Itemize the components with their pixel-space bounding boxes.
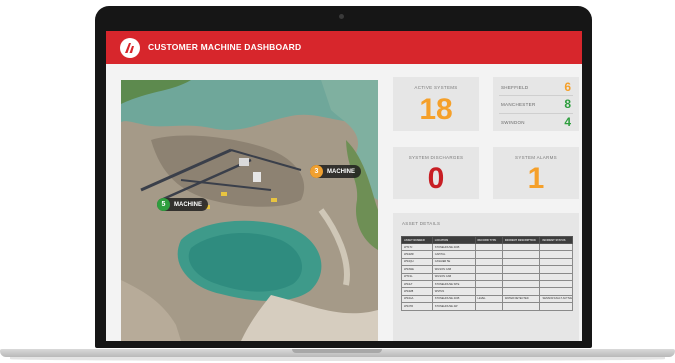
table-cell [501,302,541,311]
table-cell [539,242,573,252]
table-cell [501,265,541,274]
table-cell [501,250,541,259]
laptop-shadow [10,357,665,361]
divider [499,113,573,114]
table-cell [474,250,503,259]
asset-details-panel: ASSET DETAILS ASSET NUMBER LOCATION RECORD… [393,213,579,341]
table-row[interactable]: WT1SL WILSON CAB [401,272,573,281]
table-cell: WS4GA [401,294,433,304]
machine-marker-5[interactable]: 5 MACHINE [157,198,208,211]
table-row[interactable]: WS4GA STONEHOUSE 4345 LEVEL WATER DETECTED S… [401,294,573,304]
table-cell [539,302,573,311]
table-cell [474,242,503,252]
camera-icon [339,14,344,19]
table-cell: WT1TJ [401,242,433,252]
app-header: CUSTOMER MACHINE DASHBOARD [106,31,582,64]
table-cell: WILSON CAB [431,272,476,281]
dashboard-screen: CUSTOMER MACHINE DASHBOARD 5 MACHINE 3 M… [106,31,582,341]
site-map[interactable]: 5 MACHINE 3 MACHINE [121,80,378,341]
active-systems-card[interactable]: ACTIVE SYSTEMS 18 [393,77,479,131]
table-cell: SENSOR FAULT ACTIVE [539,294,573,304]
site-count: 6 [564,80,571,94]
table-cell [474,257,503,267]
active-systems-value: 18 [419,93,453,126]
table-cell: WS4LT [401,279,433,289]
card-title: SYSTEM ALARMS [515,155,557,160]
page-title: CUSTOMER MACHINE DASHBOARD [148,42,302,52]
site-count: 4 [564,115,571,129]
table-cell: CASHIER 5E [431,257,476,267]
card-title: ACTIVE SYSTEMS [414,85,458,90]
table-cell [474,302,503,311]
table-cell [474,265,503,274]
table-cell: WT1SL [401,272,433,281]
table-cell: WS4TR [401,302,433,311]
table-cell [539,257,573,267]
table-cell: WS4WE [401,265,433,274]
table-row[interactable]: WS4LT STONEHOUSE SITE [401,279,573,289]
table-column-header[interactable]: INCIDENT DESCRIPTION [501,236,541,244]
marker-label: MACHINE [327,168,355,175]
table-cell: STONEHOUSE 4345 [431,242,476,252]
table-cell [501,257,541,267]
table-cell [501,242,541,252]
table-cell: CAPITAL [431,250,476,259]
table-cell [539,279,573,289]
table-cell [539,287,573,296]
table-cell [474,272,503,281]
card-title: SYSTEM DISCHARGES [408,155,464,160]
asset-table: ASSET NUMBER LOCATION RECORD TYPE INCIDENT … [401,236,573,311]
table-cell [539,250,573,259]
table-row[interactable]: WS4WE WILSON CAB [401,265,573,274]
table-column-header[interactable]: ASSET NUMBER [401,236,433,244]
table-column-header[interactable]: INCIDENT STATUS [539,236,573,244]
table-cell: WS4M8 [401,287,433,296]
site-row-swindon[interactable]: SWINDON 4 [501,115,571,129]
table-cell: STONEHOUSE SITE [431,279,476,289]
system-alarms-value: 1 [527,162,545,195]
system-discharges-value: 0 [427,162,445,195]
site-name: SWINDON [501,119,525,125]
panel-title: ASSET DETAILS [402,221,441,226]
divider [499,95,573,96]
table-cell [474,279,503,289]
machine-marker-3[interactable]: 3 MACHINE [310,165,361,178]
site-row-sheffield[interactable]: SHEFFIELD 6 [501,80,571,94]
table-cell: STONEHOUSE 4W [431,302,476,311]
site-name: SHEFFIELD [501,84,529,90]
sites-card: SHEFFIELD 6 MANCHESTER 8 SWINDON 4 [493,77,579,131]
table-row[interactable]: WS4TR STONEHOUSE 4W [401,302,573,311]
table-column-header[interactable]: LOCATION [431,236,476,244]
table-cell: WILSON CAB [431,265,476,274]
table-cell: WS4MR [401,250,433,259]
laptop-notch [292,349,382,353]
table-row[interactable]: WS4QH CASHIER 5E [401,257,573,267]
table-cell: WATER DETECTED [501,294,541,304]
table-cell: LEVEL [474,294,503,304]
table-row[interactable]: WS4M8 WSTM1 [401,287,573,296]
table-cell [501,272,541,281]
site-name: MANCHESTER [501,101,536,107]
table-column-header[interactable]: RECORD TYPE [474,236,503,244]
company-logo-icon[interactable] [120,38,140,58]
marker-number: 3 [310,165,323,178]
table-cell: WS4QH [401,257,433,267]
table-cell [539,272,573,281]
marker-label: MACHINE [174,201,202,208]
system-alarms-card[interactable]: SYSTEM ALARMS 1 [493,147,579,199]
table-cell [501,287,541,296]
table-cell [539,265,573,274]
table-row[interactable]: WT1TJ STONEHOUSE 4345 [401,242,573,252]
marker-number: 5 [157,198,170,211]
table-row[interactable]: WS4MR CAPITAL [401,250,573,259]
table-cell: STONEHOUSE 4345 [431,294,476,304]
table-cell: WSTM1 [431,287,476,296]
site-count: 8 [564,97,571,111]
site-row-manchester[interactable]: MANCHESTER 8 [501,97,571,111]
system-discharges-card[interactable]: SYSTEM DISCHARGES 0 [393,147,479,199]
table-cell [501,279,541,289]
table-cell [474,287,503,296]
